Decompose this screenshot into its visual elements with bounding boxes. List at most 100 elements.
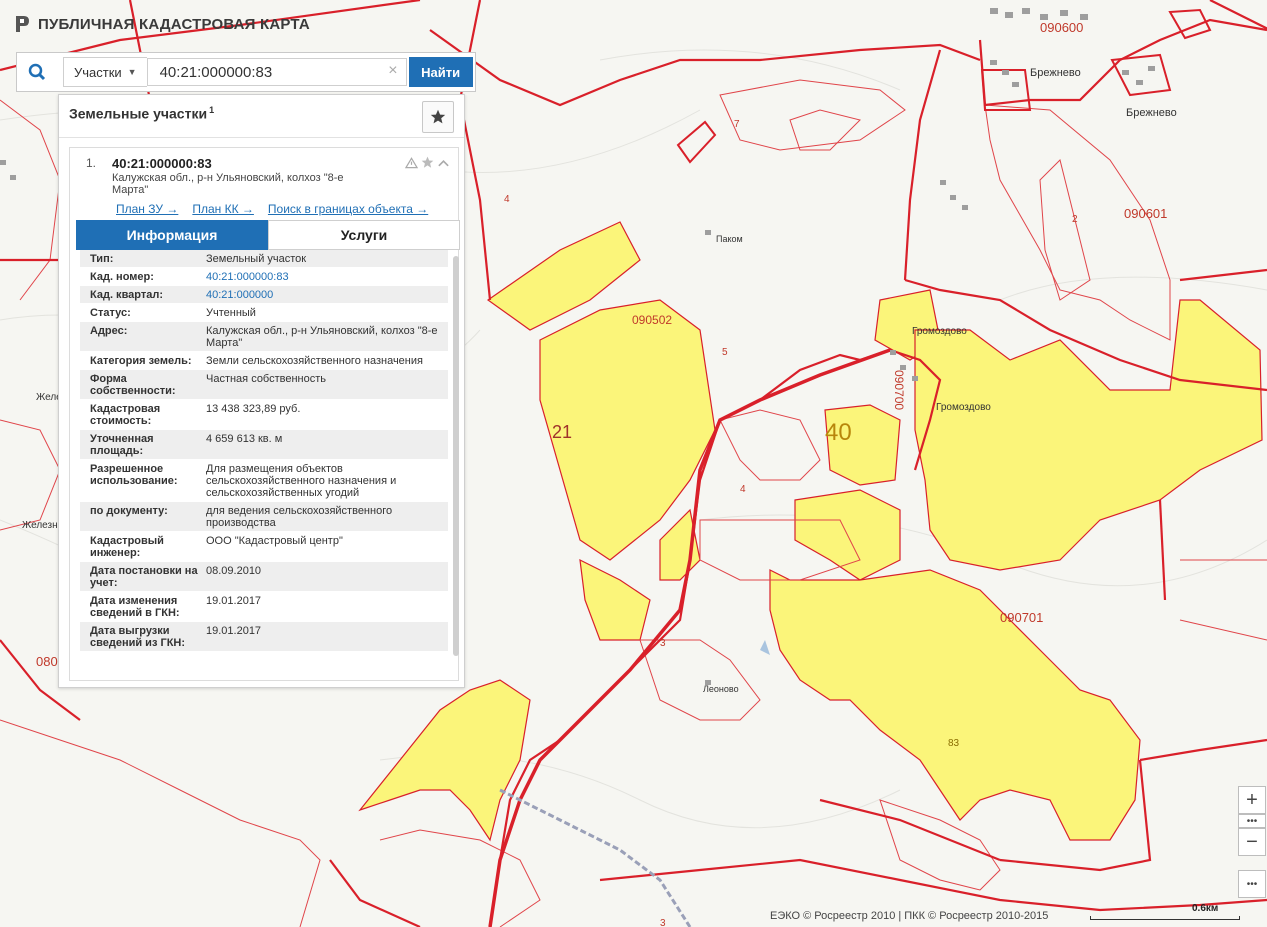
- info-row-value: 4 659 613 кв. м: [206, 433, 283, 445]
- quarter-label-090600: 090600: [1040, 20, 1083, 35]
- panel-title-text: Земельные участки: [69, 105, 208, 122]
- chevron-up-icon[interactable]: [437, 158, 450, 168]
- info-row-value: Калужская обл., р-н Ульяновский, колхоз …: [206, 325, 438, 349]
- quarter-label-080: 080: [36, 654, 58, 669]
- star-icon: [430, 109, 446, 124]
- result-number: 1.: [86, 156, 97, 170]
- plan-kk-link[interactable]: План КК →: [192, 202, 254, 216]
- result-tabs: Информация Услуги: [76, 220, 460, 250]
- tab-info[interactable]: Информация: [76, 220, 268, 250]
- info-row-value: 19.01.2017: [206, 625, 262, 637]
- parcel-label-3a: 3: [660, 638, 666, 649]
- quarter-label-090701: 090701: [1000, 610, 1043, 625]
- info-row: Кад. номер: 40:21:000000:83: [80, 268, 448, 286]
- search-query-text: 40:21:000000:83: [159, 63, 273, 81]
- info-row-value: для ведения сельскохозяйственного произв…: [206, 505, 393, 529]
- village-label: Брежнево: [1030, 67, 1081, 79]
- warning-icon[interactable]: [405, 156, 418, 169]
- info-row-label: Форма собственности:: [90, 373, 176, 397]
- plan-zu-link[interactable]: План ЗУ →: [116, 202, 178, 216]
- info-row-label: Кад. квартал:: [90, 289, 164, 301]
- village-label: Паком: [716, 234, 743, 244]
- app-title: ПУБЛИЧНАЯ КАДАСТРОВАЯ КАРТА: [38, 15, 310, 33]
- district-label-40: 40: [825, 419, 852, 446]
- info-row: Уточненная площадь: 4 659 613 кв. м: [80, 430, 448, 460]
- result-cad-number[interactable]: 40:21:000000:83: [112, 156, 212, 171]
- info-row-label: Дата изменения сведений в ГКН:: [90, 595, 180, 619]
- info-row-value[interactable]: 40:21:000000: [206, 286, 448, 303]
- info-row-label: Кадастровая стоимость:: [90, 403, 161, 427]
- info-row-label: Дата выгрузки сведений из ГКН:: [90, 625, 186, 649]
- info-row-value: ООО "Кадастровый центр": [206, 535, 343, 547]
- quarter-label-090601: 090601: [1124, 206, 1167, 221]
- info-row: Разрешенное использование: Для размещения…: [80, 460, 448, 502]
- attribution: ЕЭКО © Росреестр 2010 | ПКК © Росреестр …: [770, 910, 1049, 922]
- panel-scrollbar[interactable]: [453, 256, 459, 656]
- rosreestr-logo-icon: [16, 16, 29, 32]
- parcel-label-4b: 4: [740, 484, 746, 495]
- info-row-label: Кад. номер:: [90, 271, 154, 283]
- info-row: Кадастровый инженер: ООО "Кадастровый цен…: [80, 532, 448, 562]
- zoom-in-button[interactable]: +: [1238, 786, 1266, 814]
- quarter-label-090502: 090502: [632, 313, 672, 327]
- result-address: Калужская обл., р-н Ульяновский, колхоз …: [112, 172, 344, 196]
- info-row-label: Категория земель:: [90, 355, 192, 367]
- parcel-label-7: 7: [734, 119, 740, 130]
- parcel-label-83: 83: [948, 738, 960, 749]
- village-label: Громоздово: [936, 402, 991, 413]
- info-row-value: Учтенный: [206, 307, 256, 319]
- info-row-label: Кадастровый инженер:: [90, 535, 164, 559]
- parcel-label-4a: 4: [504, 194, 510, 205]
- info-row-value: 19.01.2017: [206, 595, 262, 607]
- result-card: 1. 40:21:000000:83 Калужская обл., р-н У…: [69, 147, 460, 681]
- results-panel: Земельные участки 1 1. 40:21:000000:83 Ка…: [58, 94, 465, 688]
- info-row-value[interactable]: 40:21:000000:83: [206, 268, 448, 285]
- result-links: План ЗУ → План КК → Поиск в границах объ…: [116, 202, 428, 216]
- info-row-value: 08.09.2010: [206, 565, 262, 577]
- village-label: Леоново: [703, 684, 739, 694]
- district-label-21: 21: [552, 422, 572, 442]
- info-row-value: Земли сельскохозяйственного назначения: [206, 355, 423, 367]
- info-row: Дата выгрузки сведений из ГКН: 19.01.2017: [80, 622, 448, 652]
- info-row-label: Дата постановки на учет:: [90, 565, 198, 589]
- info-row-value: Для размещения объектов сельскохозяйстве…: [206, 463, 397, 499]
- search-bar: Участки ▼ 40:21:000000:83 × Найти: [16, 52, 476, 92]
- info-row: Статус: Учтенный: [80, 304, 448, 322]
- info-row-label: Уточненная площадь:: [90, 433, 154, 457]
- zoom-out-button[interactable]: −: [1238, 828, 1266, 856]
- search-in-bounds-link[interactable]: Поиск в границах объекта →: [268, 202, 428, 216]
- place-label: Железн: [22, 520, 58, 531]
- info-table: Тип: Земельный участок Кад. номер: 40:21:00…: [80, 250, 448, 676]
- info-row-label: Разрешенное использование:: [90, 463, 178, 487]
- info-row-value: Земельный участок: [206, 253, 307, 265]
- parcel-label-3b: 3: [660, 918, 666, 927]
- info-row: Кадастровая стоимость: 13 438 323,89 руб.: [80, 400, 448, 430]
- info-row: Тип: Земельный участок: [80, 250, 448, 268]
- info-row-label: по документу:: [90, 505, 168, 517]
- parcel-label-5: 5: [722, 347, 728, 358]
- panel-header: Земельные участки 1: [59, 95, 464, 138]
- info-row: Категория земель: Земли сельскохозяйствен…: [80, 352, 448, 370]
- more-button[interactable]: •••: [1238, 870, 1266, 898]
- info-row-label: Адрес:: [90, 325, 128, 337]
- panel-title: Земельные участки 1: [69, 105, 214, 122]
- search-input[interactable]: 40:21:000000:83 ×: [146, 58, 407, 86]
- village-label: Громоздово: [912, 326, 967, 337]
- favorites-button[interactable]: [422, 101, 454, 133]
- find-button[interactable]: Найти: [408, 57, 473, 87]
- info-row-value: Частная собственность: [206, 373, 327, 385]
- search-type-label: Участки: [74, 64, 122, 80]
- zoom-levels-button[interactable]: •••: [1238, 814, 1266, 828]
- info-row: Кад. квартал: 40:21:000000: [80, 286, 448, 304]
- chevron-down-icon: ▼: [127, 67, 137, 77]
- info-row: Форма собственности: Частная собственност…: [80, 370, 448, 400]
- info-row-value: 13 438 323,89 руб.: [206, 403, 301, 415]
- clear-icon[interactable]: ×: [388, 62, 397, 80]
- info-row: Дата изменения сведений в ГКН: 19.01.2017: [80, 592, 448, 622]
- search-type-select[interactable]: Участки ▼: [63, 57, 147, 87]
- star-icon[interactable]: [421, 156, 434, 169]
- search-icon[interactable]: [17, 53, 57, 91]
- tab-services[interactable]: Услуги: [268, 220, 460, 250]
- info-row: Дата постановки на учет: 08.09.2010: [80, 562, 448, 592]
- village-label: Брежнево: [1126, 107, 1177, 119]
